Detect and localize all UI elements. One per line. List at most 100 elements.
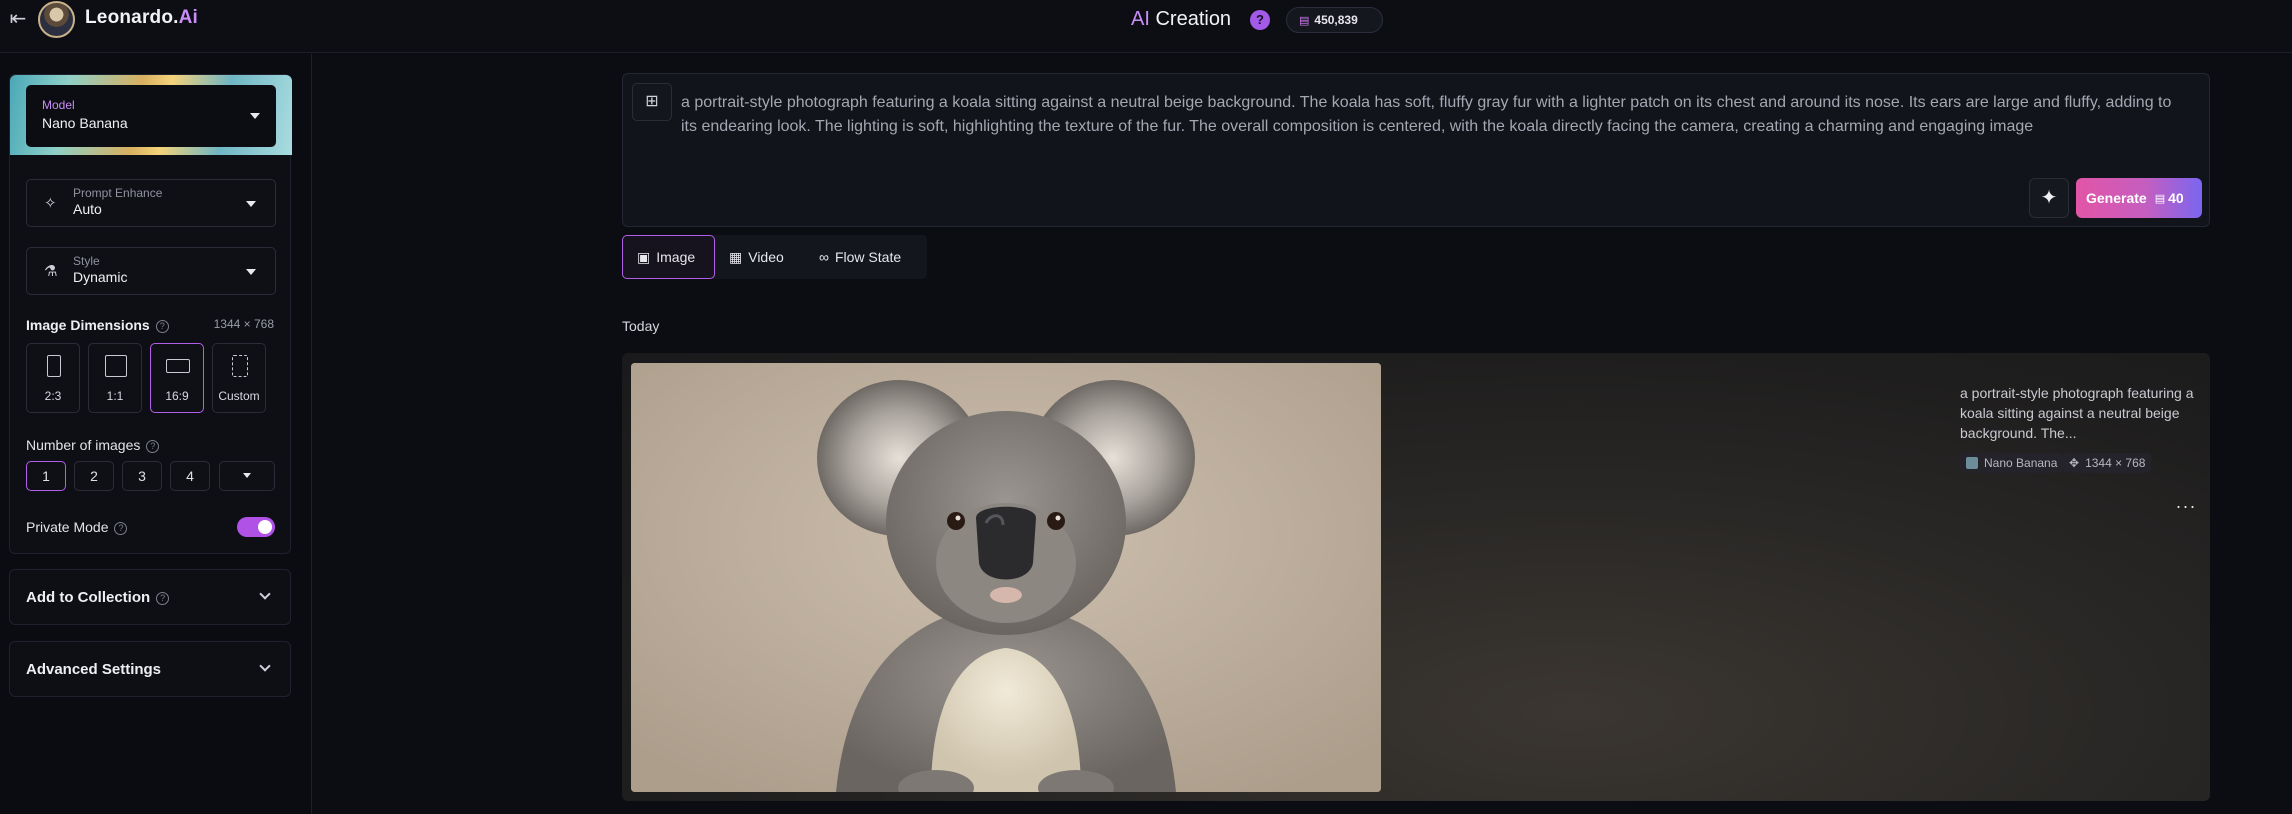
- images-count-4-button[interactable]: 4: [170, 461, 210, 491]
- sparkle-icon: ✧: [44, 195, 57, 212]
- help-circle-icon[interactable]: ?: [155, 319, 169, 333]
- brand-name: Leonardo.: [85, 7, 179, 28]
- prompt-enhance-label: Prompt Enhance: [73, 186, 163, 200]
- private-mode-toggle[interactable]: [237, 517, 275, 537]
- style-value: Dynamic: [73, 269, 128, 285]
- model-tag: Nano Banana: [1960, 453, 2064, 473]
- image-dimensions-title: Image Dimensions?: [26, 317, 169, 333]
- sidebar: Model Nano Banana ✧ Prompt Enhance Auto …: [0, 54, 312, 814]
- brand-logo[interactable]: Leonardo.Ai: [85, 7, 198, 29]
- prompt-enhance-select[interactable]: ✧ Prompt Enhance Auto: [26, 179, 276, 227]
- back-arrow-icon[interactable]: ⇤: [6, 8, 30, 30]
- help-circle-icon[interactable]: ?: [156, 591, 170, 605]
- ratio-label: 2:3: [44, 389, 62, 403]
- ratio-16-9-button[interactable]: 16:9: [150, 343, 204, 413]
- koala-illustration: [631, 363, 1381, 792]
- generate-label: Generate: [2086, 190, 2147, 206]
- more-options-button[interactable]: ···: [2171, 497, 2201, 519]
- ratio-label: Custom: [218, 389, 260, 403]
- images-count-more-button[interactable]: [219, 461, 275, 491]
- size-tag: ✥ 1344 × 768: [2063, 453, 2152, 473]
- toggle-knob: [258, 520, 272, 534]
- tab-label: Flow State: [834, 249, 902, 265]
- portrait-ratio-icon: [47, 355, 61, 377]
- caret-down-icon: [243, 473, 251, 478]
- token-icon: ▤: [2154, 192, 2166, 205]
- add-to-collection-label: Add to Collection: [26, 589, 151, 606]
- ratio-custom-button[interactable]: Custom: [212, 343, 266, 413]
- chevron-down-icon: [259, 660, 271, 672]
- caret-down-icon: [250, 113, 260, 119]
- move-icon: ✥: [2069, 456, 2080, 470]
- private-mode-label: Private Mode: [26, 519, 109, 535]
- generation-result-card: a portrait-style photograph featuring a …: [622, 353, 2210, 801]
- ratio-label: 16:9: [165, 389, 189, 403]
- image-add-icon: ⊞: [645, 93, 659, 110]
- landscape-ratio-icon: [166, 359, 190, 373]
- add-to-collection-section[interactable]: Add to Collection?: [9, 569, 291, 625]
- number-of-images-label: Number of images: [26, 437, 141, 453]
- history-date-label: Today: [622, 318, 660, 334]
- page-title-rest: Creation: [1149, 8, 1232, 30]
- tab-image[interactable]: ▣ Image: [622, 235, 715, 279]
- model-label: Model: [42, 98, 75, 112]
- advanced-settings-section[interactable]: Advanced Settings: [9, 641, 291, 697]
- ratio-2-3-button[interactable]: 2:3: [26, 343, 80, 413]
- ratio-1-1-button[interactable]: 1:1: [88, 343, 142, 413]
- page-title-ai: AI: [1131, 8, 1150, 30]
- tab-label: Image: [656, 249, 696, 265]
- flask-icon: ⚗: [44, 263, 58, 280]
- help-circle-icon[interactable]: ?: [114, 521, 128, 535]
- generate-cost: 40: [2168, 190, 2184, 206]
- generation-settings-panel: Model Nano Banana ✧ Prompt Enhance Auto …: [9, 74, 292, 554]
- tab-video[interactable]: ▦ Video: [715, 235, 813, 279]
- enhance-prompt-button[interactable]: ✦: [2029, 178, 2069, 218]
- prompt-input[interactable]: a portrait-style photograph featuring a …: [681, 91, 2186, 139]
- video-icon: ▦: [729, 248, 743, 265]
- image-upload-button[interactable]: ⊞: [632, 83, 672, 121]
- caret-down-icon: [246, 269, 256, 275]
- prompt-enhance-value: Auto: [73, 201, 102, 217]
- model-card: Model Nano Banana: [10, 75, 292, 155]
- generate-button[interactable]: Generate ▤ 40: [2076, 178, 2202, 218]
- model-value: Nano Banana: [42, 115, 128, 131]
- style-label: Style: [73, 254, 100, 268]
- image-dimensions-value: 1344 × 768: [213, 317, 274, 331]
- top-bar: ⇤ Leonardo.Ai AI Creation ? ▤ 450,839: [0, 0, 2292, 53]
- chevron-down-icon: [259, 588, 271, 600]
- ratio-label: 1:1: [106, 389, 124, 403]
- number-of-images-title: Number of images?: [26, 437, 160, 453]
- token-icon: ▤: [1299, 14, 1310, 27]
- square-ratio-icon: [105, 355, 127, 377]
- images-count-2-button[interactable]: 2: [74, 461, 114, 491]
- caret-down-icon: [246, 201, 256, 207]
- generated-image[interactable]: [631, 363, 1381, 792]
- page-title: AI Creation: [1131, 8, 1231, 31]
- advanced-settings-title: Advanced Settings: [26, 661, 162, 678]
- help-button[interactable]: ?: [1250, 10, 1270, 30]
- brand-ai-suffix: Ai: [178, 7, 199, 28]
- image-icon: ▣: [637, 248, 651, 265]
- credits-value: 450,839: [1314, 13, 1358, 27]
- mode-tabs: ▣ Image ▦ Video ∞ Flow State: [622, 235, 927, 279]
- user-avatar[interactable]: [38, 1, 75, 38]
- custom-ratio-icon: [232, 355, 248, 377]
- style-select[interactable]: ⚗ Style Dynamic: [26, 247, 276, 295]
- credits-balance[interactable]: ▤ 450,839: [1286, 7, 1383, 33]
- model-thumbnail-icon: [1966, 457, 1978, 469]
- size-tag-label: 1344 × 768: [2085, 456, 2146, 470]
- help-circle-icon[interactable]: ?: [146, 439, 160, 453]
- model-tag-label: Nano Banana: [1984, 456, 2058, 470]
- add-to-collection-title: Add to Collection?: [26, 589, 170, 606]
- generation-caption[interactable]: a portrait-style photograph featuring a …: [1960, 383, 2200, 443]
- image-dimensions-label: Image Dimensions: [26, 317, 150, 333]
- sparkle-icon: ✦: [2040, 187, 2058, 209]
- tab-label: Video: [748, 249, 784, 265]
- infinity-icon: ∞: [819, 249, 829, 265]
- private-mode-title: Private Mode?: [26, 519, 128, 535]
- images-count-3-button[interactable]: 3: [122, 461, 162, 491]
- tab-flow-state[interactable]: ∞ Flow State: [805, 235, 927, 279]
- model-select[interactable]: Model Nano Banana: [26, 85, 276, 147]
- prompt-box[interactable]: ⊞ a portrait-style photograph featuring …: [622, 73, 2210, 227]
- images-count-1-button[interactable]: 1: [26, 461, 66, 491]
